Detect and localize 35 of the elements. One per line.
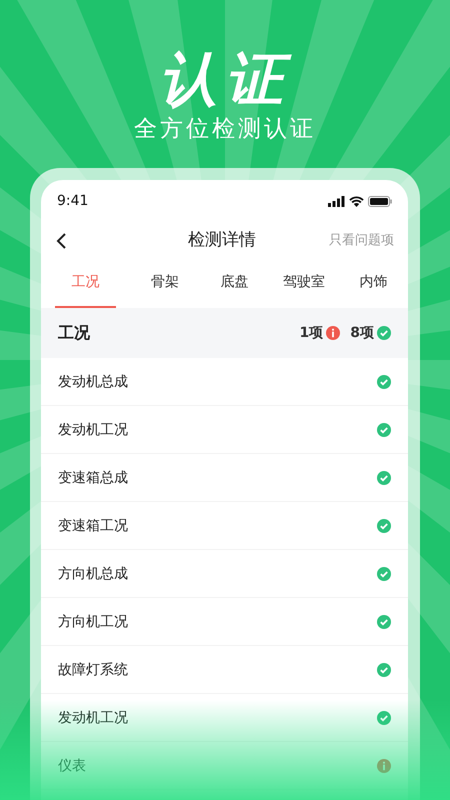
ok-count: 8项 bbox=[350, 324, 374, 342]
check-icon bbox=[377, 710, 391, 724]
check-icon bbox=[377, 470, 391, 484]
page-title: 检测详情 bbox=[188, 229, 256, 252]
tab[interactable]: 骨架 bbox=[134, 266, 196, 308]
item-label: 方向机总成 bbox=[58, 564, 129, 584]
battery-icon bbox=[368, 196, 392, 206]
item-label: 发动机工况 bbox=[58, 420, 129, 440]
item-label: 故障灯系统 bbox=[58, 660, 129, 680]
item-label: 变速箱工况 bbox=[58, 516, 129, 536]
section-title: 工况 bbox=[58, 322, 91, 344]
back-icon[interactable] bbox=[55, 232, 67, 250]
item-label: 方向机工况 bbox=[58, 612, 129, 632]
tab[interactable]: 内饰 bbox=[342, 266, 404, 308]
item-label: 变速箱总成 bbox=[58, 468, 129, 488]
status-time: 9:41 bbox=[57, 192, 88, 210]
issue-count: 1项 bbox=[300, 324, 324, 342]
subheadline: 全方位检测认证 bbox=[134, 115, 316, 144]
warning-icon bbox=[326, 326, 340, 340]
check-icon bbox=[377, 614, 391, 628]
check-icon bbox=[377, 662, 391, 676]
check-icon bbox=[377, 374, 391, 388]
tab[interactable]: 底盘 bbox=[204, 266, 266, 308]
check-icon bbox=[377, 566, 391, 580]
item-label: 发动机工况 bbox=[58, 708, 129, 728]
warning-icon bbox=[377, 758, 391, 772]
item-label: 仪表 bbox=[58, 756, 87, 776]
signal-icon bbox=[328, 196, 345, 206]
item-label: 发动机总成 bbox=[58, 372, 129, 392]
check-icon bbox=[377, 326, 391, 340]
headline: 认证 bbox=[159, 46, 291, 112]
check-icon bbox=[377, 422, 391, 436]
tab[interactable]: 驾驶室 bbox=[273, 266, 335, 308]
wifi-icon bbox=[349, 196, 364, 206]
check-icon bbox=[377, 518, 391, 532]
